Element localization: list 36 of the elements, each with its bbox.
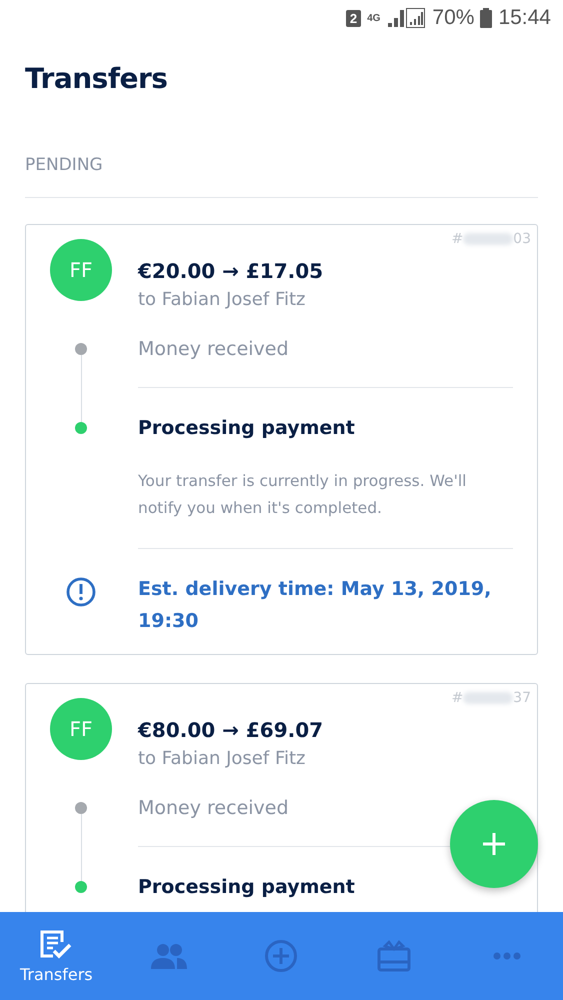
step-description: Your transfer is currently in progress. We'll notify you when it's completed.	[138, 471, 468, 519]
transfer-amount: €80.00 → £69.07	[138, 718, 324, 742]
section-header: PENDING	[25, 155, 538, 198]
transfer-amount: €20.00 → £17.05	[138, 259, 324, 283]
recipient-name: to Fabian Josef Fitz	[138, 289, 306, 310]
step-label: Processing payment	[138, 875, 356, 899]
more-icon	[492, 952, 521, 960]
gift-card-icon	[377, 940, 412, 972]
sim-indicator: 2	[346, 10, 362, 26]
page-title: Transfers	[25, 62, 168, 95]
avatar: FF	[50, 239, 112, 301]
step-label: Processing payment	[138, 416, 356, 440]
battery-percent: 70%	[432, 6, 474, 30]
add-circle-icon	[264, 939, 298, 973]
delivery-estimate: Est. delivery time: May 13, 2019, 19:30	[138, 577, 492, 634]
nav-tab[interactable]: Transfers	[0, 912, 113, 1000]
plus-icon	[482, 832, 506, 856]
blurred-reference	[463, 692, 514, 704]
step-label: Money received	[138, 337, 290, 361]
add-button[interactable]	[450, 800, 538, 888]
step-label: Money received	[138, 796, 290, 820]
battery-icon	[480, 8, 492, 28]
checklist-icon	[39, 928, 74, 958]
signal-icon	[386, 7, 426, 29]
blurred-reference	[463, 233, 514, 245]
reference-suffix: 03	[513, 231, 531, 247]
reference-prefix: #	[451, 231, 464, 247]
people-icon	[150, 943, 187, 969]
transfer-card[interactable]: # 03 FF €20.00 → £17.05 to Fabian Josef Fitz Money received Processing payment Your transfer is currently in progress. We'll notify you when it's completed. Est. delivery time: May 13, 2019, 19:30	[25, 224, 538, 655]
reference-prefix: #	[451, 690, 464, 706]
reference-suffix: 37	[513, 690, 531, 706]
clock: 15:44	[498, 6, 551, 30]
avatar: FF	[50, 698, 112, 760]
network-type: 4G	[367, 12, 380, 24]
recipient-name: to Fabian Josef Fitz	[138, 748, 306, 769]
alert-icon	[66, 577, 96, 607]
